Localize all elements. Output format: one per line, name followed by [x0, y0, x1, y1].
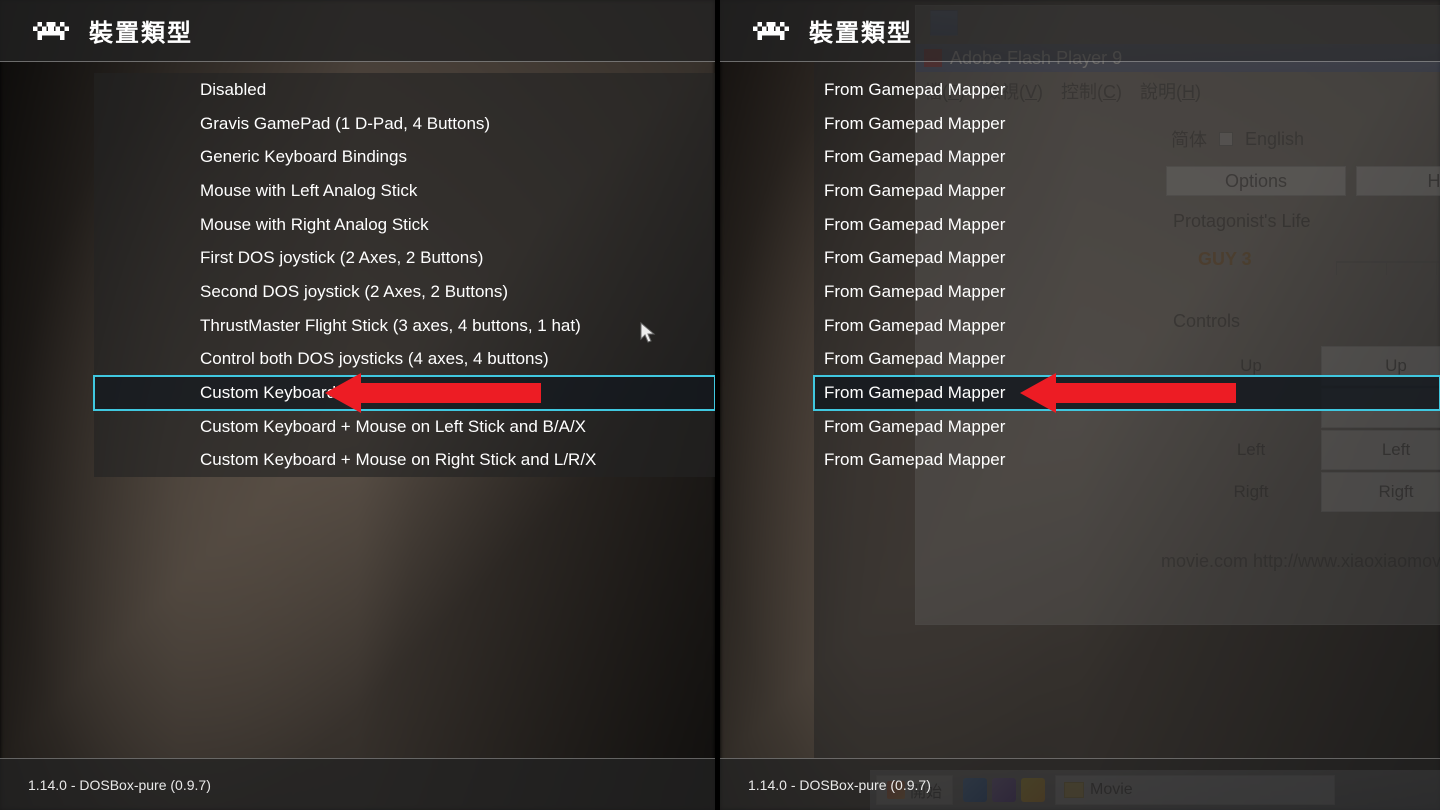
device-option-custom-kb-mouse-left[interactable]: Custom Keyboard + Mouse on Left Stick an… [94, 410, 715, 444]
device-value-item[interactable]: From Gamepad Mapper [720, 241, 1440, 275]
device-option-generic-kb[interactable]: Generic Keyboard Bindings [94, 140, 715, 174]
device-value-item[interactable]: From Gamepad Mapper [720, 410, 1440, 444]
device-value-item[interactable]: From Gamepad Mapper [720, 73, 1440, 107]
header-right: 裝置類型 [720, 0, 1440, 62]
version-text-right: 1.14.0 - DOSBox-pure (0.9.7) [748, 777, 931, 793]
annotation-arrow-left [325, 373, 541, 413]
device-option-mouse-left[interactable]: Mouse with Left Analog Stick [94, 174, 715, 208]
annotation-arrow-right [1020, 373, 1236, 413]
retroarch-icon [33, 19, 69, 43]
arrow-body [361, 383, 541, 403]
footer-right: 1.14.0 - DOSBox-pure (0.9.7) [720, 758, 1440, 810]
footer-left: 1.14.0 - DOSBox-pure (0.9.7) [0, 758, 715, 810]
device-option-first-dos[interactable]: First DOS joystick (2 Axes, 2 Buttons) [94, 241, 715, 275]
device-option-custom-kb-mouse-right[interactable]: Custom Keyboard + Mouse on Right Stick a… [94, 444, 715, 478]
mouse-cursor-icon [640, 322, 656, 344]
version-text-left: 1.14.0 - DOSBox-pure (0.9.7) [28, 777, 211, 793]
left-panel: 裝置類型 Disabled Gravis GamePad (1 D-Pad, 4… [0, 0, 720, 810]
right-panel: Adobe Flash Player 9 檔(F) 檢視(V) 控制(C) 說明… [720, 0, 1440, 810]
arrow-head-icon [325, 373, 361, 413]
device-option-both-dos[interactable]: Control both DOS joysticks (4 axes, 4 bu… [94, 343, 715, 377]
device-type-list-right: From Gamepad Mapper From Gamepad Mapper … [720, 73, 1440, 477]
device-value-item[interactable]: From Gamepad Mapper [720, 343, 1440, 377]
device-option-mouse-right[interactable]: Mouse with Right Analog Stick [94, 208, 715, 242]
device-value-item[interactable]: From Gamepad Mapper [720, 107, 1440, 141]
page-title-right: 裝置類型 [809, 13, 913, 48]
device-value-item[interactable]: From Gamepad Mapper [720, 140, 1440, 174]
device-option-second-dos[interactable]: Second DOS joystick (2 Axes, 2 Buttons) [94, 275, 715, 309]
header-left: 裝置類型 [0, 0, 715, 62]
device-value-item[interactable]: From Gamepad Mapper [720, 309, 1440, 343]
device-option-disabled[interactable]: Disabled [94, 73, 715, 107]
device-type-list-left: Disabled Gravis GamePad (1 D-Pad, 4 Butt… [0, 73, 715, 477]
device-option-gravis[interactable]: Gravis GamePad (1 D-Pad, 4 Buttons) [94, 107, 715, 141]
device-value-item[interactable]: From Gamepad Mapper [720, 444, 1440, 478]
device-option-thrustmaster[interactable]: ThrustMaster Flight Stick (3 axes, 4 but… [94, 309, 715, 343]
device-value-item[interactable]: From Gamepad Mapper [720, 275, 1440, 309]
retroarch-icon [753, 19, 789, 43]
page-title-left: 裝置類型 [89, 13, 193, 48]
arrow-body [1056, 383, 1236, 403]
device-value-item[interactable]: From Gamepad Mapper [720, 174, 1440, 208]
device-value-item[interactable]: From Gamepad Mapper [720, 208, 1440, 242]
arrow-head-icon [1020, 373, 1056, 413]
